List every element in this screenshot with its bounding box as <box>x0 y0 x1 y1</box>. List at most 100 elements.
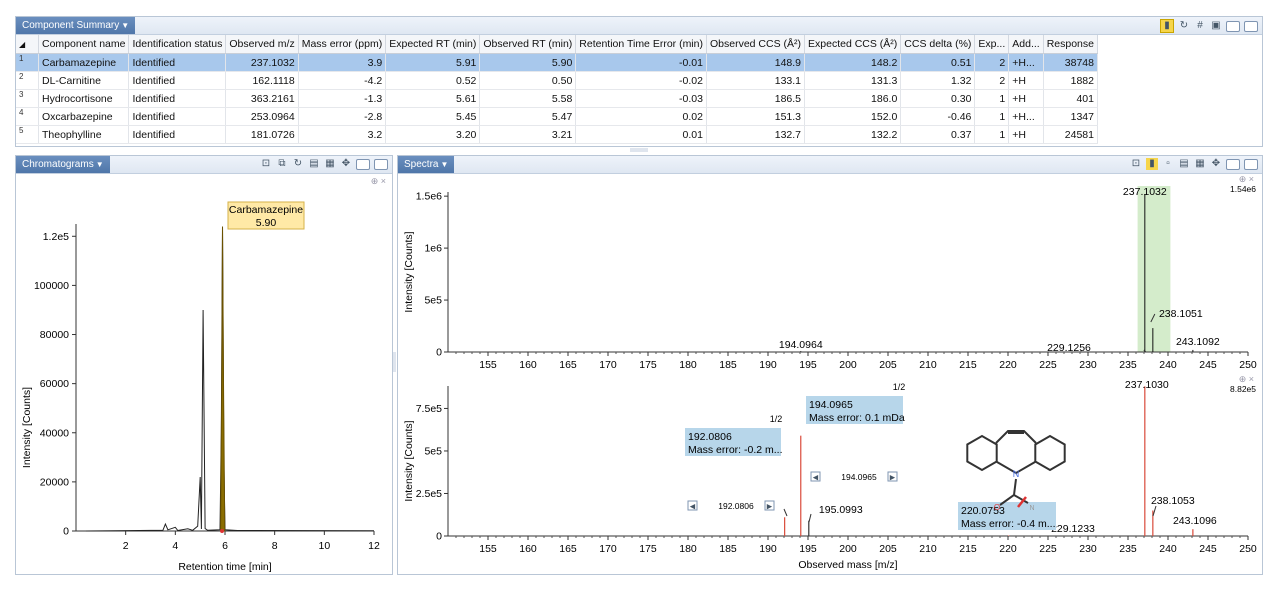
table-row[interactable]: 5 Theophylline Identified 181.0726 3.2 3.20 3.… <box>16 125 1098 144</box>
peak-label[interactable]: Carbamazepine5.90 <box>227 201 305 230</box>
cell-exprt: 0.52 <box>385 71 481 90</box>
table-header-row: ◢ Component name Identification status O… <box>16 35 1098 54</box>
cell-rterr: 0.01 <box>575 125 707 144</box>
chromatogram-title-menu[interactable]: Chromatograms ▼ <box>16 156 110 173</box>
pin-close-icon[interactable]: ⊕ × <box>1239 374 1254 384</box>
peak-label: 243.1096 <box>1173 515 1217 527</box>
minimize-button[interactable] <box>1226 20 1240 32</box>
table-row[interactable]: 2 DL-Carnitine Identified 162.1118 -4.2 0.52 0… <box>16 71 1098 90</box>
fragment-220-box-error: Mass error: -0.4 m... <box>961 518 1056 530</box>
col-ccs-delta[interactable]: CCS delta (%) <box>900 35 976 54</box>
cell-rterr: -0.03 <box>575 89 707 108</box>
x-tick-label: 195 <box>799 543 817 555</box>
precursor-spectrum-plot[interactable]: 0 5e5 1e6 1.5e6 155 160 165 170 175 180 185 190 195 2… <box>398 174 1262 372</box>
fragment-192-box[interactable]: 192.0806Mass error: -0.2 m... <box>685 428 783 456</box>
hash-icon[interactable]: # <box>1194 20 1206 32</box>
summary-title-menu[interactable]: Component Summary ▼ <box>16 17 136 34</box>
pan-icon[interactable]: ✥ <box>340 158 352 170</box>
col-identification-status[interactable]: Identification status <box>128 35 227 54</box>
maximize-button[interactable] <box>1244 20 1258 32</box>
refresh-icon[interactable]: ↻ <box>292 158 304 170</box>
x-tick-label: 215 <box>959 359 977 371</box>
x-tick-label: 155 <box>479 359 497 371</box>
col-observed-rt[interactable]: Observed RT (min) <box>479 35 577 54</box>
pan-icon[interactable]: ✥ <box>1210 158 1222 170</box>
cell-err: -1.3 <box>298 89 387 108</box>
fragment-spectrum-plot[interactable]: 0 2.5e5 5e5 7.5e5 155 160 165 170 175 180 185 190 19… <box>398 374 1262 574</box>
table-icon[interactable]: ▤ <box>1178 158 1190 170</box>
y-tick-label: 1e6 <box>424 243 442 255</box>
x-axis-label: Retention time [min] <box>178 561 271 573</box>
nav-194-next-icon: ▶ <box>890 475 896 482</box>
pin-close-icon[interactable]: ⊕ × <box>371 176 386 186</box>
cell-status: Identified <box>128 71 227 90</box>
maximize-button[interactable] <box>374 158 388 170</box>
filter-icon[interactable]: ▮ <box>1160 19 1174 33</box>
x-tick-label: 180 <box>679 543 697 555</box>
chart-icon[interactable]: ▦ <box>324 158 336 170</box>
cell-mz: 253.0964 <box>225 107 299 126</box>
y-tick-label: 60000 <box>40 378 69 390</box>
cell-exp: 1 <box>974 89 1010 108</box>
x-tick-label: 235 <box>1119 359 1137 371</box>
x-tick-label: 165 <box>559 359 577 371</box>
col-observed-ccs[interactable]: Observed CCS (Å²) <box>706 35 806 54</box>
cell-exp: 2 <box>974 71 1010 90</box>
cell-obsccs: 186.5 <box>706 89 806 108</box>
col-component-name[interactable]: Component name <box>38 35 130 54</box>
peak-leader-line <box>808 513 812 523</box>
chromatogram-plot[interactable]: ⊕ × 0 20000 40000 60000 80000 100000 1.2e5 2 4 6 8 1… <box>16 174 392 574</box>
cell-obsccs: 148.9 <box>706 53 806 72</box>
x-tick-label: 220 <box>999 359 1017 371</box>
refresh-icon[interactable]: ↻ <box>1178 20 1190 32</box>
table-row[interactable]: 3 Hydrocortisone Identified 363.2161 -1.3 5.6… <box>16 89 1098 108</box>
minimize-button[interactable] <box>356 158 370 170</box>
nitrogen-atom: N <box>1013 469 1020 479</box>
component-table: ◢ Component name Identification status O… <box>16 35 1098 144</box>
minimize-button[interactable] <box>1226 158 1240 170</box>
cell-name: DL-Carnitine <box>38 71 130 90</box>
fragment-194-box-mz: 194.0965 <box>809 399 853 411</box>
col-observed-mz[interactable]: Observed m/z <box>225 35 299 54</box>
col-expected-rt[interactable]: Expected RT (min) <box>385 35 481 54</box>
chart-icon[interactable]: ▦ <box>1194 158 1206 170</box>
zoom-icon[interactable]: ⊡ <box>1130 158 1142 170</box>
peak-label: 243.1092 <box>1176 336 1220 348</box>
col-expected-ccs[interactable]: Expected CCS (Å²) <box>804 35 902 54</box>
pin-close-icon[interactable]: ⊕ × <box>1239 174 1254 184</box>
table-row[interactable]: 1 Carbamazepine Identified 237.1032 3.9 5.91 5… <box>16 53 1098 72</box>
peak-leader-line <box>1152 505 1157 517</box>
col-adducts[interactable]: Add... <box>1008 35 1044 54</box>
cell-rterr: 0.02 <box>575 107 707 126</box>
table-row[interactable]: 4 Oxcarbazepine Identified 253.0964 -2.8 5.45… <box>16 107 1098 126</box>
row-number-header: ◢ <box>16 35 39 54</box>
col-response[interactable]: Response <box>1043 35 1098 54</box>
col-mass-error[interactable]: Mass error (ppm) <box>298 35 387 54</box>
x-tick-label: 185 <box>719 359 737 371</box>
fragment-194-box[interactable]: 194.0965Mass error: 0.1 mDa <box>806 396 905 424</box>
vertical-splitter[interactable] <box>393 352 396 372</box>
fragment-220-box[interactable]: 220.0753Mass error: -0.4 m... <box>958 502 1056 530</box>
x-tick-label: 175 <box>639 543 657 555</box>
summary-toolbar-icons: ▮ ↻ # ▣ <box>1160 19 1258 33</box>
overlay-icon[interactable]: ⧉ <box>276 158 288 170</box>
x-axis-label: Observed mass [m/z] <box>798 559 897 571</box>
label-icon[interactable]: ▫ <box>1162 158 1174 170</box>
x-tick-label: 250 <box>1239 359 1257 371</box>
x-tick-label: 195 <box>799 359 817 371</box>
zoom-icon[interactable]: ⊡ <box>260 158 272 170</box>
horizontal-splitter[interactable] <box>630 148 648 152</box>
x-tick-label: 210 <box>919 359 937 371</box>
maximize-button[interactable] <box>1244 158 1258 170</box>
export-icon[interactable]: ▣ <box>1210 20 1222 32</box>
spectra-title-menu[interactable]: Spectra ▼ <box>398 156 455 173</box>
peak-leader-line <box>783 508 788 517</box>
cell-name: Hydrocortisone <box>38 89 130 108</box>
spectrum-mode-icon[interactable]: ▮ <box>1146 158 1158 170</box>
selected-mass-window[interactable] <box>1137 186 1171 352</box>
cell-exp: 1 <box>974 107 1010 126</box>
table-icon[interactable]: ▤ <box>308 158 320 170</box>
spectra-panel: Spectra ▼ ⊡ ▮ ▫ ▤ ▦ ✥ 0 5e5 1e6 1.5e6 155 160 1… <box>397 155 1263 575</box>
col-rt-error[interactable]: Retention Time Error (min) <box>575 35 707 54</box>
col-expected[interactable]: Exp... <box>974 35 1010 54</box>
